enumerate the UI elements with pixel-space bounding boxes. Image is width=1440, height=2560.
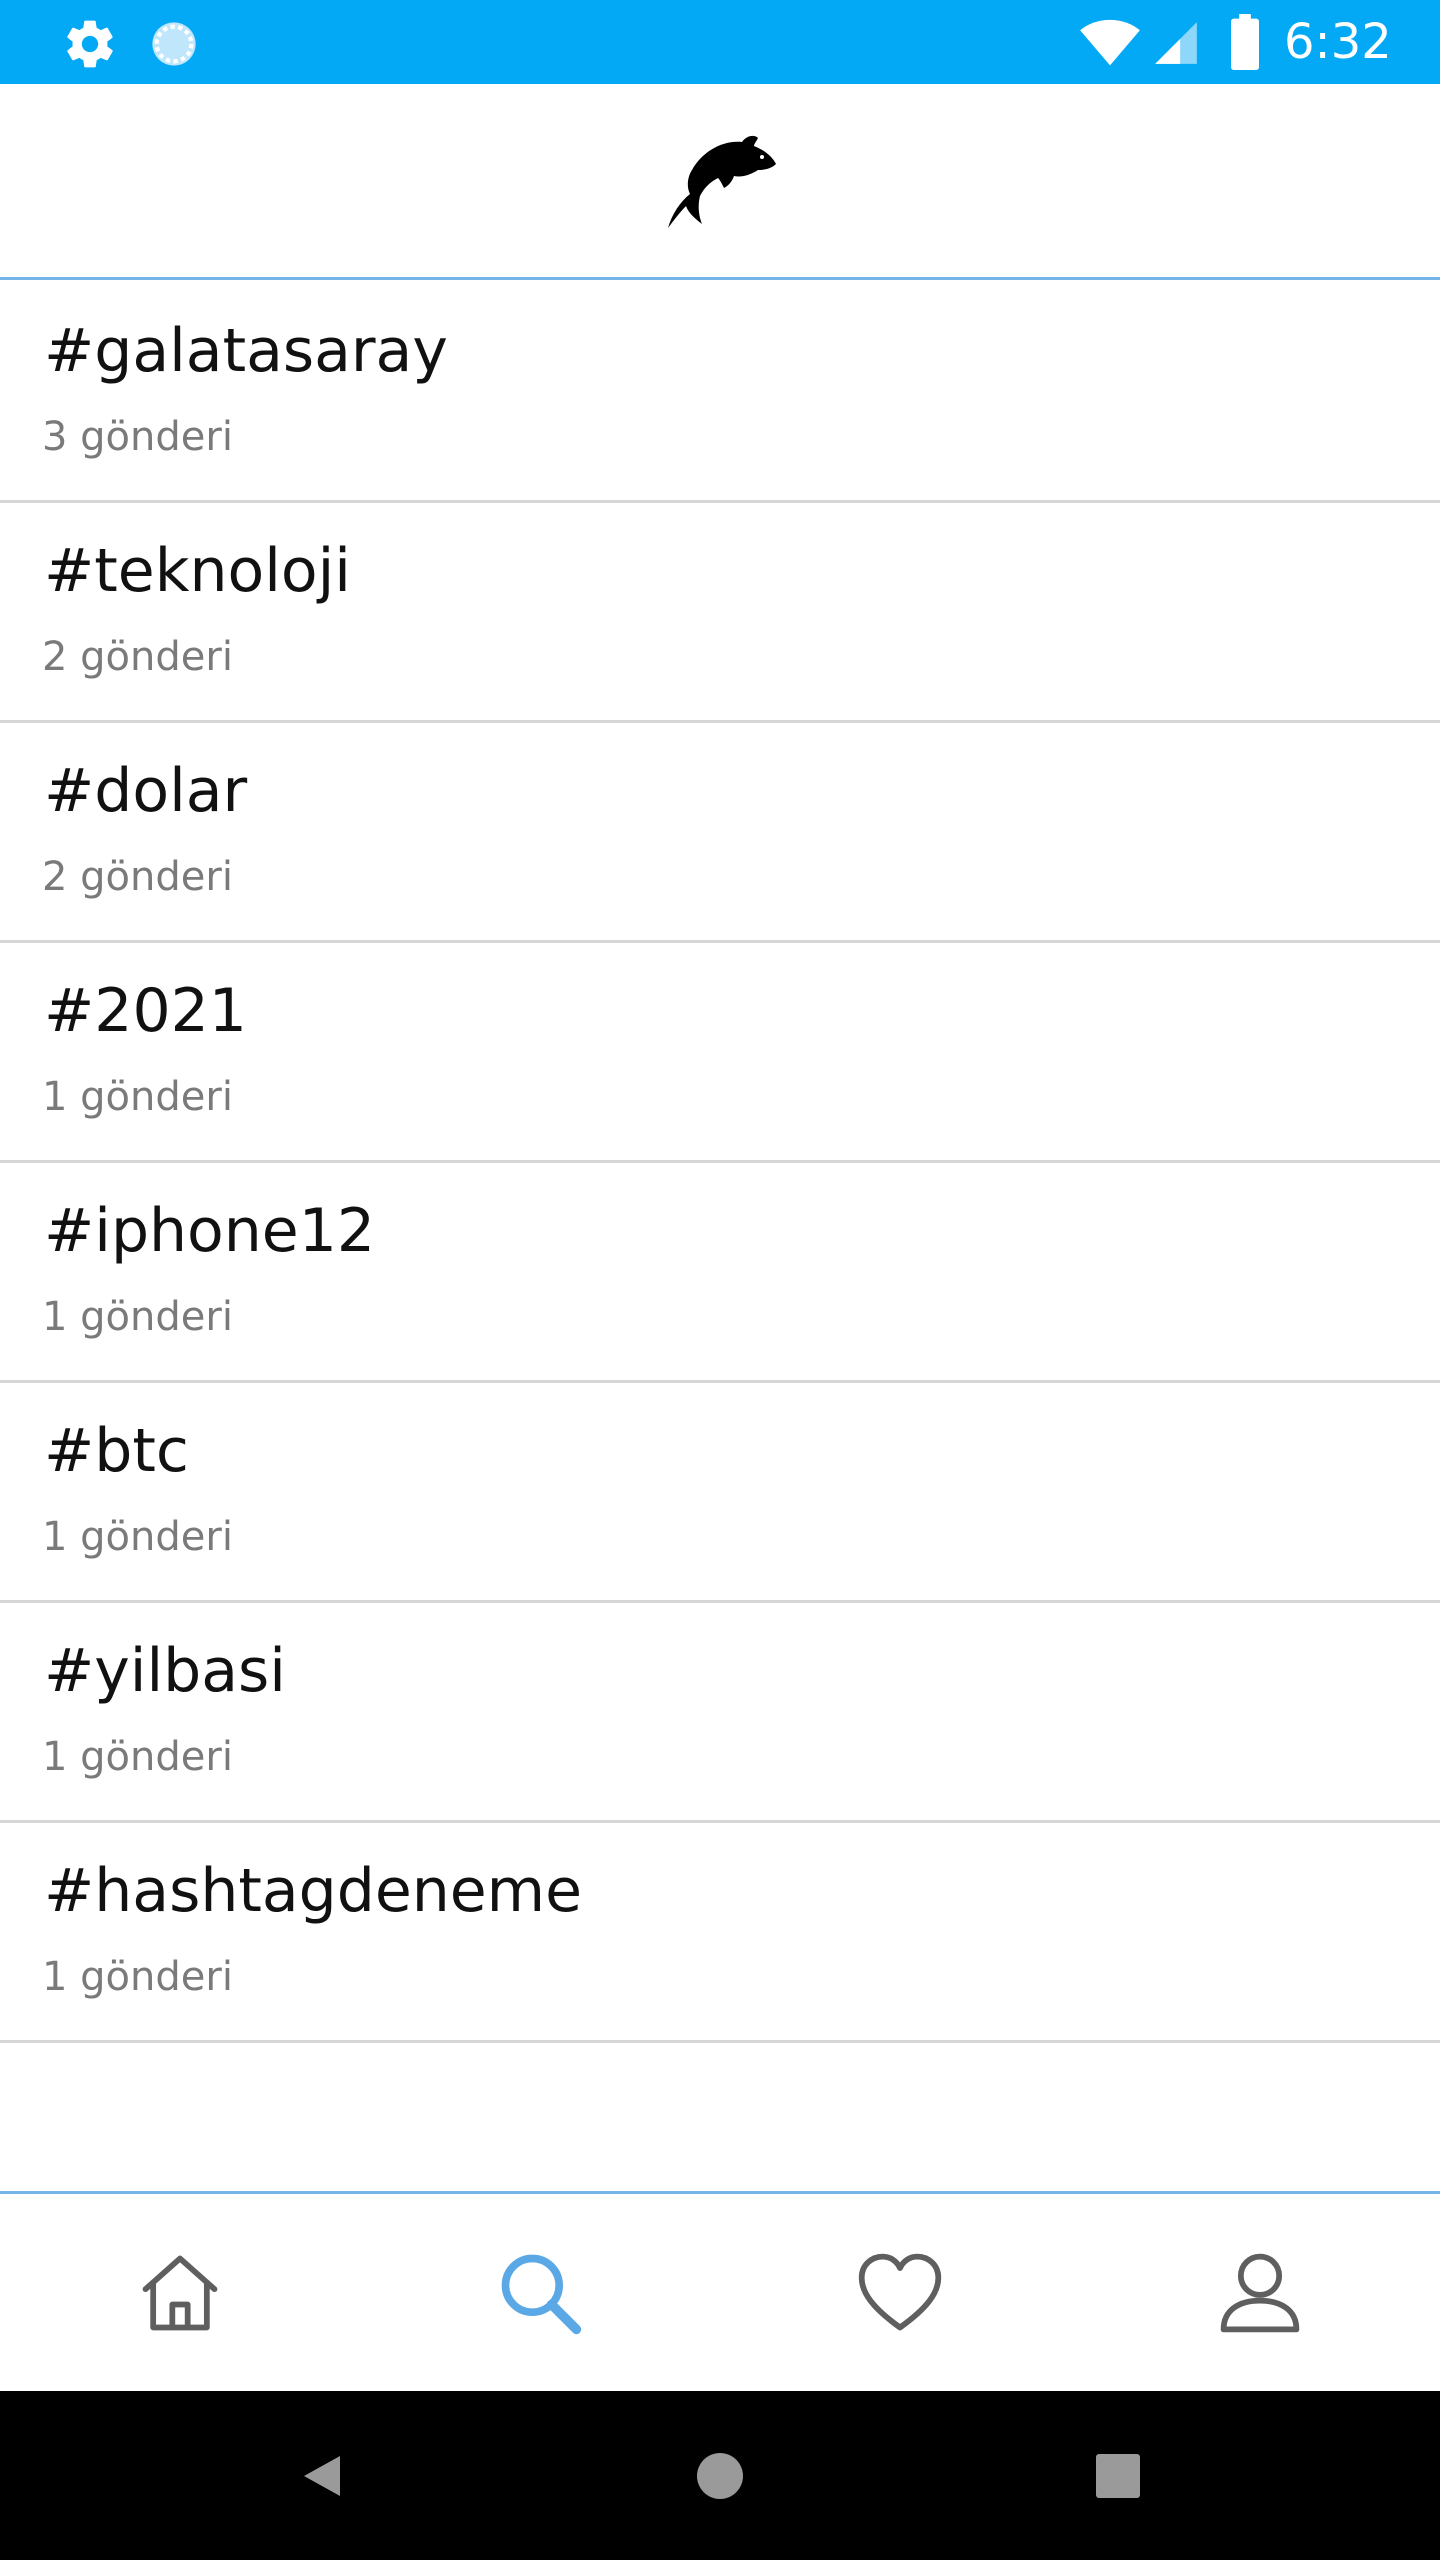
status-time: 6:32	[1284, 14, 1392, 70]
list-item[interactable]: #dolar 2 gönderi	[0, 723, 1440, 943]
list-item[interactable]: #2021 1 gönderi	[0, 943, 1440, 1163]
hashtag-label: #dolar	[44, 756, 248, 826]
heart-icon	[858, 2253, 942, 2330]
user-icon	[1220, 2253, 1300, 2332]
home-icon	[142, 2255, 218, 2330]
bottom-nav	[0, 2191, 1440, 2391]
home-circle-icon	[697, 2452, 743, 2499]
post-count: 1 gönderi	[42, 1954, 233, 2000]
system-back-button[interactable]	[222, 2391, 422, 2560]
app-header	[0, 84, 1440, 280]
list-item[interactable]: #galatasaray 3 gönderi	[0, 283, 1440, 503]
system-recents-button[interactable]	[1018, 2391, 1218, 2560]
nav-likes-button[interactable]	[720, 2194, 1080, 2391]
post-count: 1 gönderi	[42, 1294, 233, 1340]
post-count: 1 gönderi	[42, 1074, 233, 1120]
hashtag-label: #galatasaray	[44, 316, 448, 386]
post-count: 1 gönderi	[42, 1734, 233, 1780]
list-item[interactable]: #iphone12 1 gönderi	[0, 1163, 1440, 1383]
system-nav-bar	[0, 2391, 1440, 2560]
nav-search-button[interactable]	[360, 2194, 720, 2391]
hashtag-label: #btc	[44, 1416, 189, 1486]
list-item[interactable]: #teknoloji 2 gönderi	[0, 503, 1440, 723]
dolphin-logo-icon	[668, 135, 776, 228]
nav-home-button[interactable]	[0, 2194, 360, 2391]
hashtag-label: #hashtagdeneme	[44, 1856, 583, 1926]
post-count: 2 gönderi	[42, 854, 233, 900]
hashtag-list: #galatasaray 3 gönderi #teknoloji 2 gönd…	[0, 283, 1440, 2043]
loading-icon	[152, 22, 196, 66]
battery-icon	[1231, 14, 1259, 70]
hashtag-label: #yilbasi	[44, 1636, 286, 1706]
back-icon	[304, 2455, 340, 2496]
system-home-button[interactable]	[620, 2391, 820, 2560]
hashtag-label: #iphone12	[44, 1196, 376, 1266]
hashtag-label: #teknoloji	[44, 536, 351, 606]
post-count: 3 gönderi	[42, 414, 233, 460]
signal-icon	[1155, 22, 1197, 64]
hashtag-label: #2021	[44, 976, 247, 1046]
wifi-icon	[1080, 19, 1140, 66]
recents-icon	[1096, 2453, 1140, 2498]
list-item[interactable]: #btc 1 gönderi	[0, 1383, 1440, 1603]
screen: 6:32 #galatasaray 3 gönderi #teknoloji 2…	[0, 0, 1440, 2560]
list-item[interactable]: #yilbasi 1 gönderi	[0, 1603, 1440, 1823]
status-bar: 6:32	[0, 0, 1440, 84]
post-count: 1 gönderi	[42, 1514, 233, 1560]
post-count: 2 gönderi	[42, 634, 233, 680]
gear-icon	[67, 20, 113, 68]
search-icon	[501, 2254, 582, 2334]
list-item[interactable]: #hashtagdeneme 1 gönderi	[0, 1823, 1440, 2043]
nav-profile-button[interactable]	[1080, 2194, 1440, 2391]
